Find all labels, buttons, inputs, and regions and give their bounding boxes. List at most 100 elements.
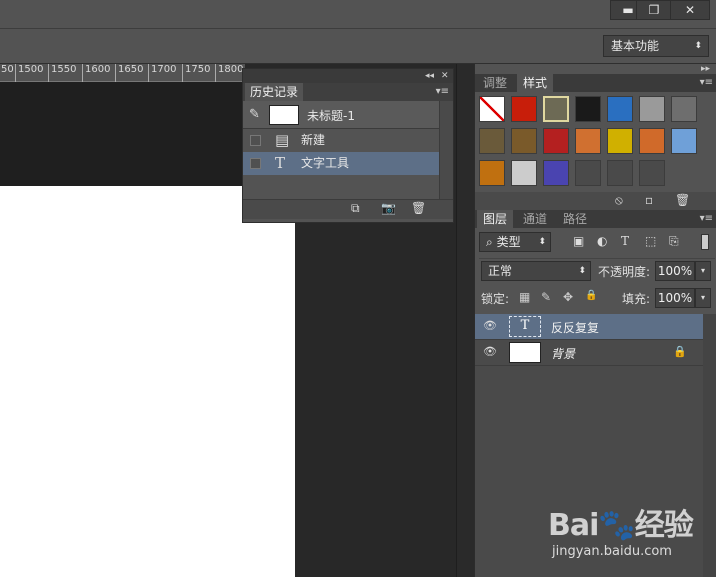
panel-menu-icon[interactable]: ▾≡ [700, 210, 713, 228]
workspace-select[interactable]: 基本功能 ⬍ [603, 35, 709, 57]
styles-grid [479, 96, 703, 192]
lock-row: 锁定: ▦ ✎ ✥ 🔒 填充: 100% ▾ [479, 286, 715, 310]
panel-menu-icon[interactable]: ▾≡ [436, 83, 449, 101]
style-swatch[interactable] [511, 96, 537, 122]
lock-position-icon[interactable]: ✥ [563, 290, 573, 304]
lock-pixels-icon[interactable]: ✎ [541, 290, 551, 304]
history-footer: ⧉ 📷 🗑 [243, 199, 453, 219]
history-panel-header: ◂◂ ✕ [243, 69, 453, 83]
style-swatch[interactable] [575, 128, 601, 154]
styles-tab-bar: 调整 样式 ▾≡ [475, 74, 716, 92]
filter-toggle[interactable] [701, 234, 709, 250]
history-source-checkbox[interactable] [250, 135, 261, 146]
panel-gutter [456, 64, 474, 577]
style-swatch[interactable] [479, 96, 505, 122]
blend-mode-select[interactable]: 正常 ⬍ [481, 261, 591, 281]
pixel-filter-icon[interactable]: ▣ [573, 234, 584, 248]
brush-icon: ✎ [249, 107, 260, 122]
lock-all-icon[interactable]: 🔒 [585, 290, 597, 301]
layer-name[interactable]: 反反复复 [551, 319, 599, 336]
history-state-text-tool[interactable]: T 文字工具 [243, 152, 439, 175]
new-style-icon[interactable]: ▫ [645, 193, 653, 207]
watermark: Bai🐾经验 jingyan.baidu.com [548, 500, 708, 570]
select-arrow-icon: ⬍ [538, 237, 546, 247]
fill-input[interactable]: 100% [655, 288, 695, 308]
title-bar [0, 0, 716, 28]
panel-menu-icon[interactable]: ▾≡ [700, 74, 713, 92]
restore-button[interactable]: ❐ [636, 0, 672, 20]
tab-adjustments[interactable]: 调整 [477, 74, 513, 92]
close-icon[interactable]: ✕ [441, 69, 449, 83]
style-swatch[interactable] [639, 160, 665, 186]
collapse-icon[interactable]: ◂◂ [425, 69, 434, 83]
new-document-icon[interactable]: ⧉ [351, 201, 360, 216]
adjustment-filter-icon[interactable]: ◐ [597, 234, 607, 248]
lock-transparency-icon[interactable]: ▦ [519, 290, 530, 304]
shape-filter-icon[interactable]: ⬚ [645, 234, 656, 248]
opacity-input[interactable]: 100% [655, 261, 695, 281]
clear-style-icon[interactable]: ⦸ [615, 193, 623, 208]
tab-styles[interactable]: 样式 [517, 74, 554, 92]
search-icon: ⌕ [486, 235, 493, 249]
layer-filter-select[interactable]: ⌕ 类型 ⬍ [479, 232, 551, 252]
style-swatch[interactable] [575, 160, 601, 186]
tab-history[interactable]: 历史记录 [245, 83, 303, 101]
lock-label: 锁定: [481, 292, 510, 306]
background-layer-thumbnail [509, 342, 541, 363]
style-swatch[interactable] [607, 128, 633, 154]
style-swatch[interactable] [639, 128, 665, 154]
style-swatch[interactable] [639, 96, 665, 122]
trash-icon[interactable]: 🗑 [675, 193, 690, 207]
tab-paths[interactable]: 路径 [557, 210, 593, 228]
chevron-down-icon[interactable]: ▾ [695, 261, 711, 281]
history-source-checkbox[interactable] [250, 158, 261, 169]
chevron-down-icon[interactable]: ▾ [695, 288, 711, 308]
eye-icon[interactable]: 👁 [483, 319, 497, 332]
ruler-tick: 1500 [15, 64, 43, 82]
layer-row[interactable]: 👁 背景 🔒 [475, 340, 703, 366]
close-button[interactable]: ✕ [670, 0, 710, 20]
ruler-tick: 1800 [215, 64, 243, 82]
tab-channels[interactable]: 通道 [517, 210, 553, 228]
style-swatch[interactable] [543, 160, 569, 186]
layer-row[interactable]: 👁 T 反反复复 [475, 314, 703, 340]
style-swatch[interactable] [607, 96, 633, 122]
fill-label: 填充: [622, 292, 651, 306]
workspace-label: 基本功能 [611, 39, 660, 53]
camera-icon[interactable]: 📷 [381, 201, 396, 215]
opacity-label: 不透明度: [598, 265, 651, 279]
style-swatch[interactable] [511, 160, 537, 186]
blend-mode-label: 正常 [488, 264, 513, 278]
select-arrow-icon: ⬍ [694, 41, 702, 51]
style-swatch[interactable] [543, 128, 569, 154]
history-scrollbar[interactable] [439, 101, 453, 199]
layer-name[interactable]: 背景 [551, 345, 575, 362]
styles-footer: ⦸ ▫ 🗑 [475, 192, 716, 210]
style-swatch[interactable] [671, 96, 697, 122]
style-swatch[interactable] [671, 128, 697, 154]
layers-tab-bar: 图层 通道 路径 ▾≡ [475, 210, 716, 228]
style-swatch[interactable] [607, 160, 633, 186]
type-filter-icon[interactable]: T [621, 234, 629, 248]
history-snapshot[interactable]: ✎ 未标题-1 [243, 101, 439, 129]
history-state-label: 文字工具 [301, 156, 350, 170]
style-swatch[interactable] [479, 160, 505, 186]
style-swatch[interactable] [511, 128, 537, 154]
ruler-tick: 1550 [48, 64, 76, 82]
style-swatch[interactable] [543, 96, 569, 122]
history-state-new[interactable]: ▤ 新建 [243, 129, 439, 152]
smart-object-filter-icon[interactable]: ⎘ [669, 234, 679, 249]
snapshot-thumbnail [269, 105, 299, 125]
tab-layers[interactable]: 图层 [477, 210, 514, 228]
text-tool-icon: T [275, 154, 286, 172]
eye-icon[interactable]: 👁 [483, 345, 497, 358]
ruler-tick: 50 [0, 64, 14, 82]
trash-icon[interactable]: 🗑 [411, 201, 426, 215]
ruler-tick: 1600 [82, 64, 110, 82]
style-swatch[interactable] [575, 96, 601, 122]
history-panel: ◂◂ ✕ 历史记录 ▾≡ ✎ 未标题-1 ▤ 新建 T 文字工具 ⧉ 📷 🗑 [242, 68, 454, 223]
style-swatch[interactable] [479, 128, 505, 154]
history-state-label: 新建 [301, 133, 326, 147]
ruler-tick: 1750 [182, 64, 210, 82]
document-canvas[interactable] [0, 186, 295, 577]
